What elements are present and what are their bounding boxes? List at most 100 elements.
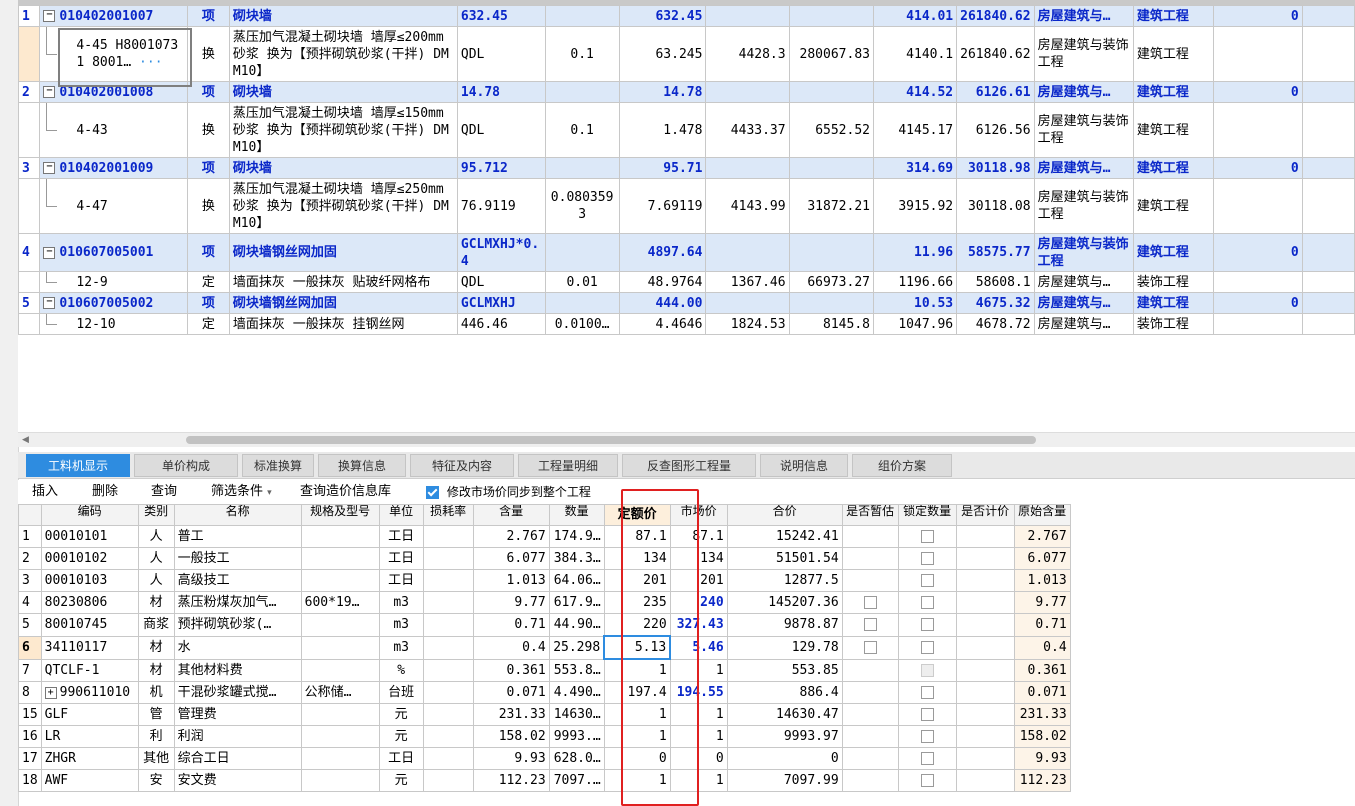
cell-code[interactable]: −010607005002 [39, 292, 188, 314]
cell-c1[interactable] [841, 547, 899, 570]
cell-no[interactable] [18, 178, 41, 234]
cell-c1[interactable] [841, 613, 899, 637]
cell-sum[interactable]: 58575.77 [956, 233, 1035, 272]
cell-sum[interactable]: 4678.72 [956, 313, 1035, 335]
cell-unit[interactable]: 元 [378, 703, 424, 726]
cell-unit[interactable]: 台班 [378, 681, 424, 704]
cell-unit_price[interactable]: 314.69 [872, 157, 958, 179]
cell-total[interactable]: 145207.36 [726, 591, 843, 614]
cell-amount[interactable]: 174.9… [548, 525, 605, 548]
cell-total[interactable] [788, 5, 874, 27]
header-spec[interactable]: 规格及型号 [300, 504, 380, 526]
cell-total[interactable] [788, 157, 874, 179]
more-icon[interactable]: ··· [131, 55, 163, 70]
cell-spec[interactable] [300, 769, 380, 792]
cell-spec[interactable] [300, 547, 380, 570]
cell-no[interactable]: 4 [18, 591, 42, 614]
scroll-left-arrow-icon[interactable]: ◀ [22, 433, 29, 447]
cell-total[interactable]: 129.78 [726, 635, 843, 660]
cell-loss[interactable] [422, 613, 474, 637]
cell-spec[interactable]: 600*19… [300, 591, 380, 614]
cell-cat[interactable]: 机 [137, 681, 175, 704]
cell-qty[interactable]: 0.71 [472, 613, 550, 637]
cell-last[interactable] [1213, 313, 1303, 335]
cell-amount[interactable]: 7097.… [548, 769, 605, 792]
bill-item-row[interactable]: 4−010607005001 项砌块墙钢丝网加固 GCLMXHJ*0.4 4897.6… [18, 233, 1355, 272]
cell-orig[interactable]: 158.02 [1013, 725, 1071, 748]
cell-major[interactable]: 房屋建筑与装饰工程 [1033, 178, 1134, 234]
cell-unit[interactable]: % [378, 658, 424, 682]
cell-code[interactable]: 80230806 [40, 591, 139, 614]
lock-qty-checkbox[interactable] [920, 641, 934, 654]
cell-no[interactable]: 2 [18, 81, 41, 103]
insert-button[interactable]: 插入 [32, 482, 58, 502]
quota-row[interactable]: 4-45 H8001073 1 8001… ··· 换蒸压加气混凝土砌块墙 墙厚≤… [18, 26, 1355, 82]
cell-expr[interactable]: 95.712 [456, 157, 546, 179]
cell-sum[interactable]: 4675.32 [956, 292, 1035, 314]
cell-cat[interactable]: 材 [137, 591, 175, 614]
scrollbar-thumb[interactable] [186, 436, 1036, 444]
cell-price[interactable] [705, 81, 790, 103]
cell-c1[interactable] [841, 703, 899, 726]
cell-cat[interactable]: 商浆 [137, 613, 175, 637]
tab-description[interactable]: 说明信息 [760, 454, 848, 477]
resource-row[interactable]: 18 AWF 安安文费元 112.23 7097.… 1 1 7097.99 112.23 [18, 769, 1071, 792]
cell-orig[interactable]: 0.361 [1013, 658, 1071, 682]
lock-qty-checkbox[interactable] [920, 596, 934, 609]
cell-c3[interactable] [955, 635, 1015, 660]
cell-sum[interactable]: 58608.1 [956, 271, 1035, 293]
cell-no[interactable]: 17 [18, 747, 42, 770]
cell-c3[interactable] [955, 681, 1015, 704]
cell-expr[interactable]: GCLMXHJ*0.4 [456, 233, 546, 272]
cell-sum[interactable]: 30118.08 [956, 178, 1035, 234]
cell-price[interactable]: 4433.37 [705, 102, 790, 158]
cell-quota[interactable]: 87.1 [603, 525, 671, 548]
cell-type[interactable]: 换 [186, 178, 230, 234]
cell-unit[interactable]: 元 [378, 725, 424, 748]
cell-spec[interactable] [300, 703, 380, 726]
quota-row[interactable]: 12-10 定墙面抹灰 一般抹灰 挂钢丝网 446.46 0.0100… 4.4646 1… [18, 313, 1355, 335]
cell-qty[interactable]: 632.45 [618, 5, 707, 27]
cell-content[interactable]: 0.01 [544, 271, 620, 293]
cell-qty[interactable]: 1.013 [472, 569, 550, 592]
cell-name[interactable]: 管理费 [173, 703, 302, 726]
lock-qty-checkbox[interactable] [920, 686, 934, 699]
cell-cat[interactable]: 其他 [137, 747, 175, 770]
cell-orig[interactable]: 2.767 [1013, 525, 1071, 548]
cell-quota[interactable]: 235 [603, 591, 671, 614]
cell-market[interactable]: 1 [669, 769, 728, 792]
cell-code[interactable]: AWF [40, 769, 139, 792]
lock-qty-checkbox[interactable] [920, 730, 934, 743]
cell-unit[interactable]: 工日 [378, 569, 424, 592]
cell-code[interactable]: −010607005001 [39, 233, 188, 272]
cell-code[interactable]: +990611010 [40, 681, 139, 704]
delete-button[interactable]: 删除 [92, 482, 118, 502]
cell-last[interactable] [1213, 178, 1303, 234]
cell-name[interactable]: 综合工日 [173, 747, 302, 770]
cell-no[interactable]: 15 [18, 703, 42, 726]
header-lock-qty[interactable]: 锁定数量 [897, 504, 957, 526]
cell-c1[interactable] [841, 769, 899, 792]
cell-last[interactable]: 0 [1213, 292, 1303, 314]
tab-pricing-plan[interactable]: 组价方案 [852, 454, 952, 477]
cell-unit[interactable]: m3 [378, 591, 424, 614]
header-market-price[interactable]: 市场价 [669, 504, 728, 526]
cell-major[interactable]: 房屋建筑与装饰工程 [1033, 102, 1134, 158]
cell-market[interactable]: 134 [669, 547, 728, 570]
cell-quota[interactable]: 201 [603, 569, 671, 592]
cell-name[interactable]: 墙面抹灰 一般抹灰 挂钢丝网 [228, 313, 458, 335]
cell-content[interactable] [544, 157, 620, 179]
bill-item-row[interactable]: 1−010402001007 项砌块墙 632.45 632.45 414.01 2618… [18, 5, 1355, 27]
cell-qty[interactable]: 9.77 [472, 591, 550, 614]
collapse-icon[interactable]: − [43, 162, 56, 174]
quota-row[interactable]: 12-9 定墙面抹灰 一般抹灰 贴玻纤网格布 QDL 0.01 48.9764 1367.… [18, 271, 1355, 293]
header-content[interactable]: 含量 [472, 504, 550, 526]
cell-c2[interactable] [897, 725, 957, 748]
cell-spec[interactable]: 公称储… [300, 681, 380, 704]
cell-market[interactable]: 87.1 [669, 525, 728, 548]
cell-market[interactable]: 327.43 [669, 613, 728, 637]
cell-last[interactable]: 0 [1213, 5, 1303, 27]
cell-expr[interactable]: 14.78 [456, 81, 546, 103]
cell-loss[interactable] [422, 591, 474, 614]
cell-qty[interactable]: 2.767 [472, 525, 550, 548]
